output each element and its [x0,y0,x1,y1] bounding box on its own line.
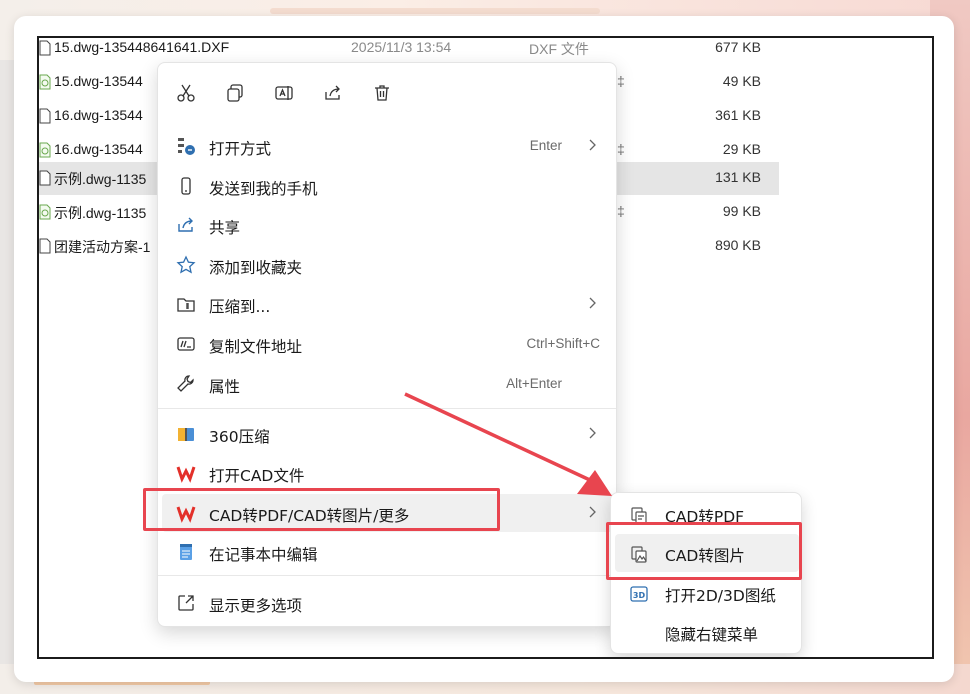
menu-item-label: 360压缩 [209,428,270,446]
dwg-icon [39,142,51,158]
file-row[interactable]: 15.dwg-1354486416​41.DXF 2025/11/3 13:54… [39,38,779,65]
menu-item-notepad[interactable]: 在记事本中编辑 [162,533,614,571]
menu-item-show-more[interactable]: 显示更多选项 [162,584,614,622]
menu-item-label: 添加到收藏夹 [209,259,303,277]
copy-path-icon [176,334,196,354]
copy-icon[interactable] [221,79,249,107]
menu-item-add-favorite[interactable]: 添加到收藏夹 [162,246,614,284]
menu-item-label: 发送到我的手机 [209,180,318,198]
submenu-item-label: 打开2D/3D图纸 [665,587,776,605]
menu-item-shortcut: Enter [529,138,562,153]
menu-item-360-zip[interactable]: 360压缩 [162,415,614,453]
file-size: 99 KB [722,203,761,219]
svg-text:3D: 3D [633,591,646,600]
menu-item-label: 打开方式 [209,140,272,158]
submenu-item-label: 隐藏右键菜单 [665,626,759,644]
screenshot-card: 15.dwg-1354486416​41.DXF 2025/11/3 13:54… [14,16,954,682]
menu-item-label: 打开CAD文件 [209,467,305,485]
menu-separator [158,408,616,409]
quick-action-bar [158,63,616,127]
chevron-right-icon [589,139,596,151]
share-icon [176,215,196,235]
3d-icon: 3D [629,584,649,604]
menu-item-label: 复制文件地址 [209,338,303,356]
chevron-right-icon [589,427,596,439]
file-name: 16.dwg-13544 [54,107,143,123]
file-icon [39,108,51,124]
background-strip [270,8,600,14]
cut-icon[interactable] [172,79,200,107]
menu-item-label: 属性 [209,378,241,396]
menu-item-open-with[interactable]: 打开方式 Enter [162,127,614,165]
menu-item-copy-path[interactable]: 复制文件地址 Ctrl+Shift+C [162,325,614,363]
file-size: 49 KB [722,73,761,89]
open-with-icon [176,136,196,156]
zip-icon [176,294,196,314]
file-icon [39,170,51,186]
dwg-icon [39,204,51,220]
file-type: ‡ [617,73,625,89]
delete-icon[interactable] [368,79,396,107]
file-name: 示例.dwg-1135 [54,171,147,187]
notepad-icon [176,542,196,562]
menu-item-compress-to[interactable]: 压缩到... [162,285,614,323]
file-size: 677 KB [715,39,761,55]
menu-item-label: 共享 [209,219,241,237]
menu-item-share[interactable]: 共享 [162,206,614,244]
menu-item-shortcut: Ctrl+Shift+C [526,336,600,351]
menu-separator [158,575,616,576]
360-zip-icon [176,424,196,444]
file-size: 131 KB [715,169,761,185]
dwg-icon [39,74,51,90]
wps-icon [176,463,196,483]
file-size: 29 KB [722,141,761,157]
file-type: ‡ [617,203,625,219]
menu-item-label: 在记事本中编辑 [209,546,318,564]
wrench-icon [176,374,196,394]
highlight-box-cad-convert [143,488,500,531]
file-name: 16.dwg-13544 [54,141,143,157]
rename-icon[interactable] [270,79,298,107]
menu-item-open-cad[interactable]: 打开CAD文件 [162,454,614,492]
submenu-item-hide-menu[interactable]: 隐藏右键菜单 [615,613,799,651]
file-icon [39,40,51,56]
file-size: 361 KB [715,107,761,123]
menu-item-shortcut: Alt+Enter [506,376,562,391]
star-icon [176,255,196,275]
phone-icon [176,176,196,196]
menu-item-label: 压缩到... [209,298,271,316]
menu-item-send-to-phone[interactable]: 发送到我的手机 [162,167,614,205]
chevron-right-icon [589,506,596,518]
menu-item-label: 显示更多选项 [209,597,303,615]
more-options-icon [176,593,196,613]
file-name: 15.dwg-13544 [54,73,143,89]
file-date: 2025/11/3 13:54 [351,39,452,55]
file-name: 团建活动方案-1 [54,239,151,255]
file-icon [39,238,51,254]
highlight-box-cad-to-image [606,522,802,580]
chevron-right-icon [589,297,596,309]
context-menu: 打开方式 Enter 发送到我的手机 共享 添加到收藏夹 压缩到... 复制文件… [157,62,617,627]
file-name: 示例.dwg-1135 [54,205,147,221]
share-icon[interactable] [319,79,347,107]
file-size: 890 KB [715,237,761,253]
file-type: DXF 文件 [529,41,589,57]
file-name: 15.dwg-1354486416​41.DXF [54,39,230,55]
file-type: ‡ [617,141,625,157]
explorer-viewport: 15.dwg-1354486416​41.DXF 2025/11/3 13:54… [37,36,934,659]
menu-item-properties[interactable]: 属性 Alt+Enter [162,365,614,403]
